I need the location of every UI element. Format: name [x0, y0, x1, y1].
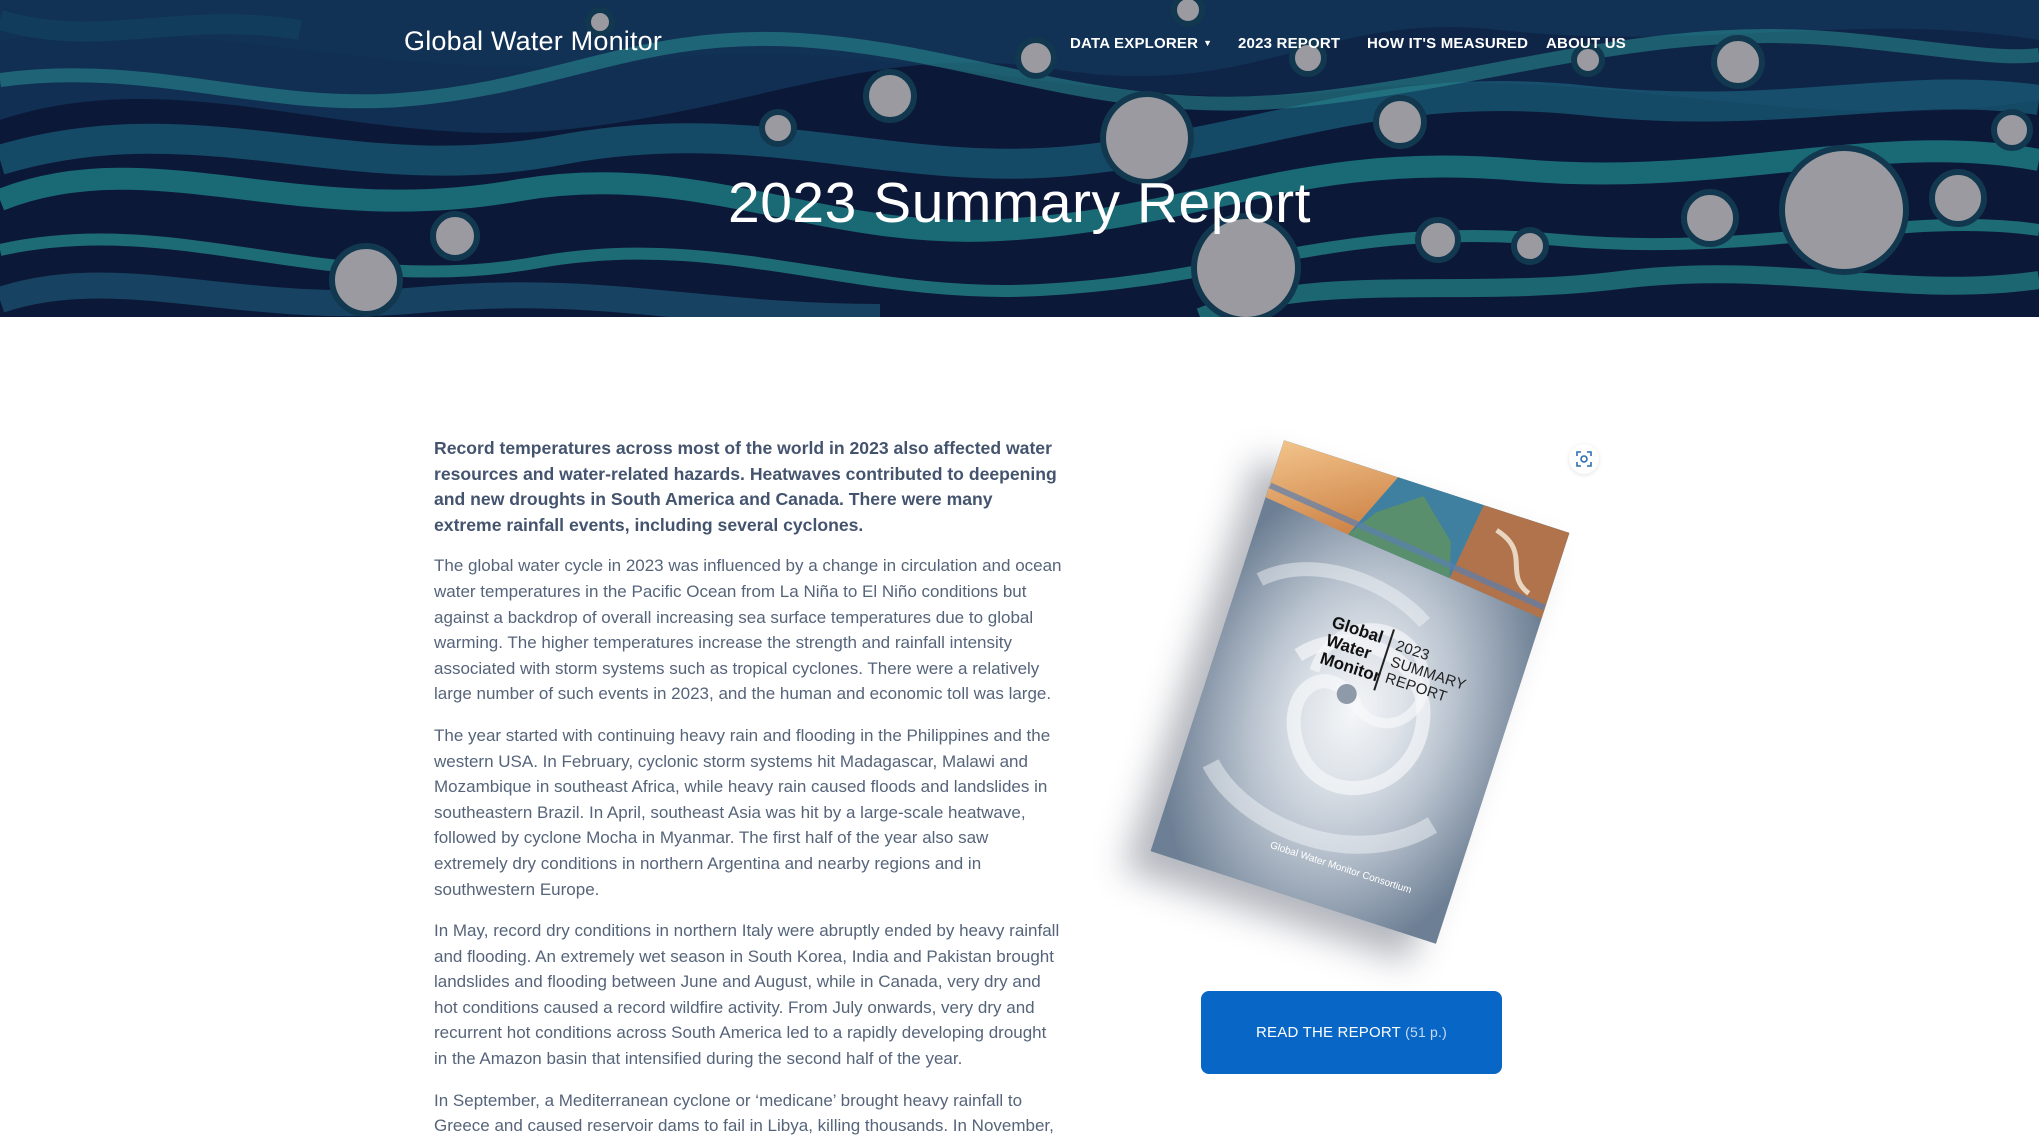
nav-about-us[interactable]: ABOUT US: [1546, 35, 1626, 52]
article-paragraph: In May, record dry conditions in norther…: [434, 921, 1060, 1069]
report-page-count: (51 p.): [1405, 1024, 1447, 1040]
chevron-down-icon: ▼: [1203, 38, 1213, 48]
read-report-label: READ THE REPORT: [1256, 1024, 1401, 1041]
read-report-button[interactable]: READ THE REPORT (51 p.): [1201, 991, 1502, 1074]
article-paragraph: In September, a Mediterranean cyclone or…: [434, 1090, 1054, 1136]
page-title: 2023 Summary Report: [728, 171, 1311, 235]
article-lead: Record temperatures across most of the w…: [434, 438, 1057, 535]
report-cover-container: Global Water Monitor 2023 SUMMARY REPORT…: [1118, 440, 1598, 980]
nav-data-explorer[interactable]: DATA EXPLORER ▼: [1070, 35, 1212, 52]
report-cover-image[interactable]: Global Water Monitor 2023 SUMMARY REPORT…: [1150, 440, 1570, 944]
main-nav: DATA EXPLORER ▼ 2023 REPORT HOW IT'S MEAS…: [0, 35, 2039, 55]
expand-icon: [1576, 451, 1592, 467]
nav-data-explorer-label: DATA EXPLORER: [1070, 35, 1199, 52]
expand-image-button[interactable]: [1569, 444, 1599, 474]
nav-2023-report[interactable]: 2023 REPORT: [1238, 35, 1340, 52]
article-body: Record temperatures across most of the w…: [434, 436, 1064, 1148]
article-paragraph: The year started with continuing heavy r…: [434, 725, 1051, 899]
article-paragraph: The global water cycle in 2023 was influ…: [434, 556, 1062, 704]
hero-banner: Global Water Monitor DATA EXPLORER ▼ 2023…: [0, 0, 2039, 317]
nav-how-its-measured[interactable]: HOW IT'S MEASURED: [1367, 35, 1528, 52]
